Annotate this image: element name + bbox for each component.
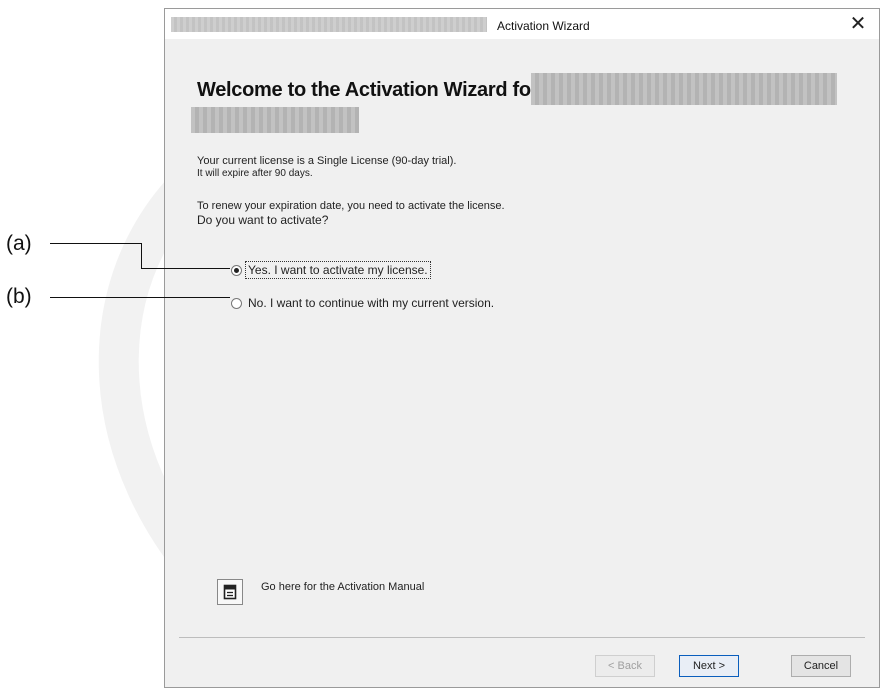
document-icon[interactable] xyxy=(217,579,243,605)
welcome-heading: Welcome to the Activation Wizard for xyxy=(197,79,539,101)
callout-label-a: (a) xyxy=(6,232,32,255)
radio-label-yes[interactable]: Yes. I want to activate my license. xyxy=(245,261,431,279)
activation-manual-link[interactable]: Go here for the Activation Manual xyxy=(261,581,424,593)
renew-info-text: To renew your expiration date, you need … xyxy=(197,200,505,212)
callout-a-leader-horizontal xyxy=(50,243,141,244)
radio-button-yes[interactable] xyxy=(231,264,242,276)
callout-a-leader-vertical xyxy=(141,243,142,269)
radio-label-no[interactable]: No. I want to continue with my current v… xyxy=(246,295,496,311)
license-expiry-text: It will expire after 90 days. xyxy=(197,168,313,179)
license-info-text: Your current license is a Single License… xyxy=(197,155,457,167)
window-title: Activation Wizard xyxy=(497,19,590,33)
callout-b-leader xyxy=(50,297,230,298)
title-bar: Activation Wizard ✕ xyxy=(165,9,879,39)
callout-a-leader-to-radio xyxy=(141,268,230,269)
back-button[interactable]: < Back xyxy=(595,655,655,677)
radio-activate-no[interactable]: No. I want to continue with my current v… xyxy=(231,294,496,312)
footer-separator xyxy=(179,637,865,638)
cancel-button[interactable]: Cancel xyxy=(791,655,851,677)
redacted-app-name xyxy=(171,17,487,32)
activation-wizard-dialog: Activation Wizard ✕ Welcome to the Activ… xyxy=(164,8,880,688)
close-icon[interactable]: ✕ xyxy=(845,13,871,35)
screenshot-stage: (a) (b) Activation Wizard ✕ Welcome to t… xyxy=(0,0,884,693)
redacted-product-name xyxy=(531,73,837,105)
radio-button-no[interactable] xyxy=(231,297,242,309)
activate-question-text: Do you want to activate? xyxy=(197,213,329,227)
radio-activate-yes[interactable]: Yes. I want to activate my license. xyxy=(231,261,431,279)
redacted-product-name-continued xyxy=(191,107,359,133)
next-button[interactable]: Next > xyxy=(679,655,739,677)
callout-label-b: (b) xyxy=(6,285,32,308)
